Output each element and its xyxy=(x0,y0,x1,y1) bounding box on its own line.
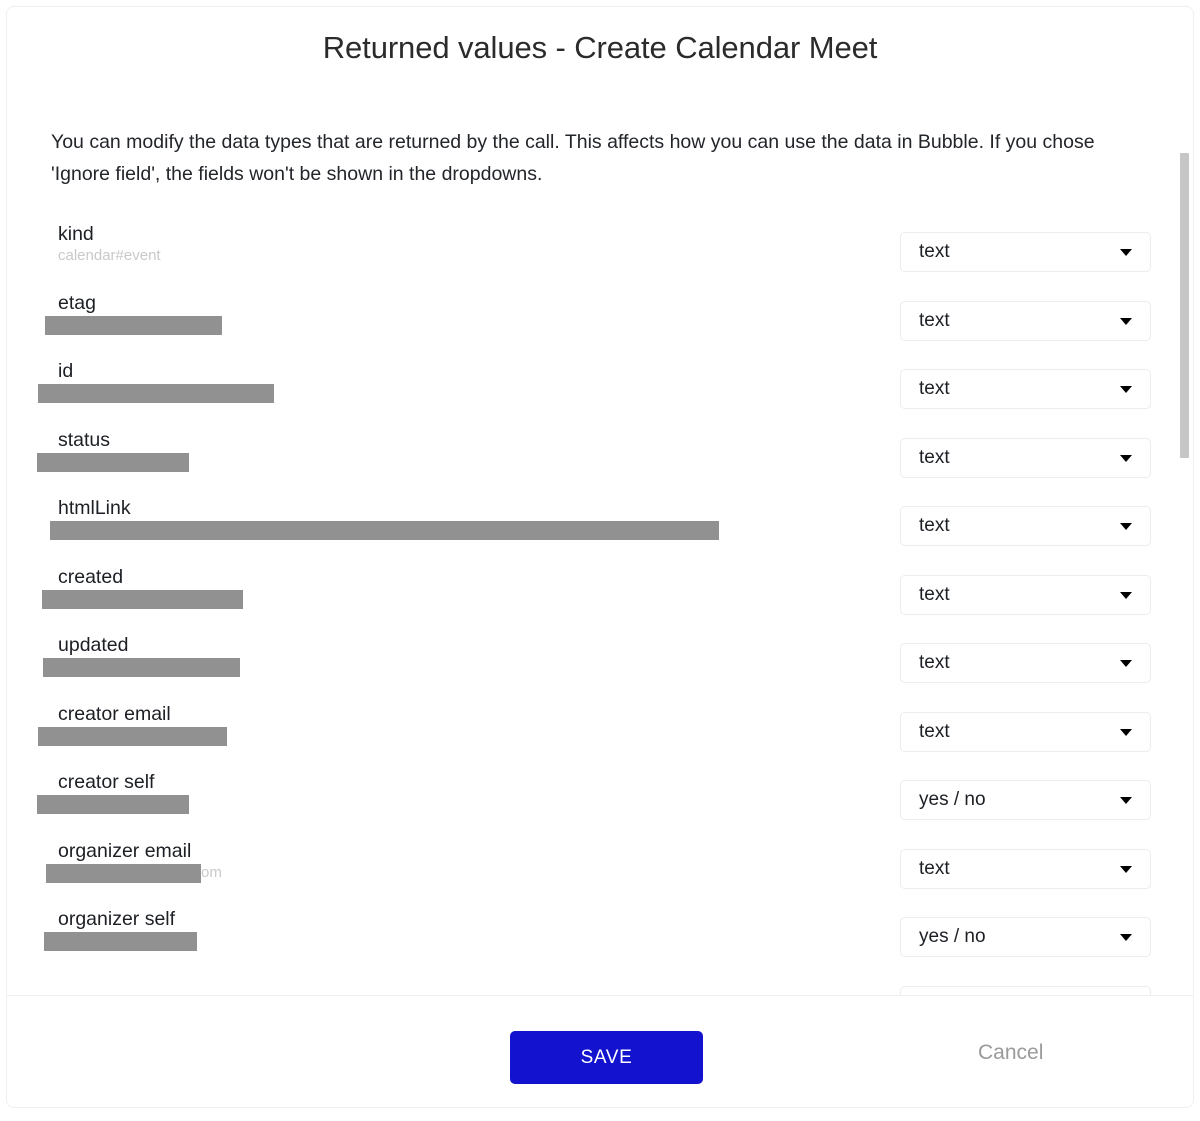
field-type-dropdown[interactable]: text xyxy=(900,574,1151,615)
field-row: created text xyxy=(7,566,1193,635)
field-value-redacted xyxy=(43,658,240,678)
field-value-redacted xyxy=(42,589,243,609)
field-label: status xyxy=(58,428,111,451)
field-value-redacted xyxy=(38,726,227,746)
field-type-dropdown-value: yes / no xyxy=(919,789,986,811)
field-value-redacted xyxy=(44,932,197,952)
intro-description: You can modify the data types that are r… xyxy=(51,131,1095,185)
returned-values-scroll-area[interactable]: You can modify the data types that are r… xyxy=(7,93,1193,995)
save-button[interactable]: SAVE xyxy=(510,1031,703,1084)
redaction-bar xyxy=(37,795,189,815)
field-value-redacted: om xyxy=(46,863,222,883)
redaction-bar xyxy=(37,452,189,472)
field-type-dropdown-value: text xyxy=(919,720,950,742)
field-label: id xyxy=(58,360,74,383)
field-row: kind calendar#event text xyxy=(7,223,1193,292)
field-label: creator self xyxy=(58,771,155,794)
field-row: organizer email om text xyxy=(7,840,1193,909)
field-value-redacted xyxy=(38,384,274,404)
field-value-redacted xyxy=(37,452,189,472)
field-type-dropdown[interactable]: yes / no xyxy=(900,917,1151,958)
field-row: creator email text xyxy=(7,703,1193,772)
field-type-dropdown[interactable]: text xyxy=(900,711,1151,752)
field-row: htmlLink text xyxy=(7,497,1193,566)
field-label: organizer self xyxy=(58,908,176,931)
redaction-bar xyxy=(46,863,201,883)
field-value-tail: om xyxy=(201,863,222,881)
field-row: organizer self yes / no xyxy=(7,908,1193,977)
field-type-dropdown[interactable]: text xyxy=(900,848,1151,889)
redaction-bar xyxy=(38,726,227,746)
field-type-dropdown[interactable]: text xyxy=(900,506,1151,547)
field-type-dropdown-value: yes / no xyxy=(919,926,986,948)
chevron-down-icon xyxy=(1120,591,1132,599)
field-type-dropdown-value: text xyxy=(919,583,950,605)
field-row: updated text xyxy=(7,634,1193,703)
field-label: creator email xyxy=(58,702,171,725)
field-type-dropdown[interactable]: text xyxy=(900,369,1151,410)
redaction-bar xyxy=(43,658,240,678)
field-type-dropdown-value: text xyxy=(919,446,950,468)
field-label: created xyxy=(58,565,124,588)
field-type-dropdown[interactable]: text xyxy=(900,643,1151,684)
chevron-down-icon xyxy=(1120,523,1132,531)
returned-fields-list: kind calendar#event text etag text id text stat… xyxy=(7,223,1193,995)
field-label: htmlLink xyxy=(58,497,131,520)
field-label: kind xyxy=(58,223,94,246)
scrollbar-track[interactable] xyxy=(1180,73,1191,993)
chevron-down-icon xyxy=(1120,934,1132,942)
chevron-down-icon xyxy=(1120,865,1132,873)
field-type-dropdown-value: text xyxy=(919,857,950,879)
field-type-dropdown-value: text xyxy=(919,309,950,331)
redaction-bar xyxy=(50,521,719,541)
field-type-dropdown-value: text xyxy=(919,241,950,263)
field-type-dropdown[interactable]: text xyxy=(900,437,1151,478)
scrollbar-thumb[interactable] xyxy=(1180,153,1189,458)
redaction-bar xyxy=(45,315,222,335)
field-label: etag xyxy=(58,291,96,314)
redaction-bar xyxy=(44,932,197,952)
field-type-dropdown-partial[interactable] xyxy=(900,985,1151,995)
field-value-redacted xyxy=(50,521,719,541)
chevron-down-icon xyxy=(1120,454,1132,462)
chevron-down-icon xyxy=(1120,660,1132,668)
field-value-redacted xyxy=(45,315,222,335)
field-label: updated xyxy=(58,634,129,657)
field-type-dropdown-value: text xyxy=(919,652,950,674)
field-type-dropdown-value: text xyxy=(919,515,950,537)
cancel-button[interactable]: Cancel xyxy=(978,1041,1043,1065)
field-type-dropdown[interactable]: text xyxy=(900,300,1151,341)
dialog-footer: SAVE Cancel xyxy=(7,996,1193,1107)
chevron-down-icon xyxy=(1120,249,1132,257)
chevron-down-icon xyxy=(1120,386,1132,394)
redaction-bar xyxy=(38,384,274,404)
field-type-dropdown[interactable]: text xyxy=(900,232,1151,273)
field-label: organizer email xyxy=(58,839,192,862)
field-row: creator self yes / no xyxy=(7,771,1193,840)
field-row: status text xyxy=(7,429,1193,498)
field-value-redacted xyxy=(37,795,189,815)
field-type-dropdown[interactable]: yes / no xyxy=(900,780,1151,821)
field-row: etag text xyxy=(7,292,1193,361)
chevron-down-icon xyxy=(1120,317,1132,325)
redaction-bar xyxy=(42,589,243,609)
field-type-dropdown-value: text xyxy=(919,378,950,400)
chevron-down-icon xyxy=(1120,728,1132,736)
field-row: id text xyxy=(7,360,1193,429)
chevron-down-icon xyxy=(1120,797,1132,805)
page-title: Returned values - Create Calendar Meet xyxy=(322,30,878,65)
returned-values-dialog: Returned values - Create Calendar Meet Y… xyxy=(6,6,1194,1108)
field-value: calendar#event xyxy=(58,247,161,265)
